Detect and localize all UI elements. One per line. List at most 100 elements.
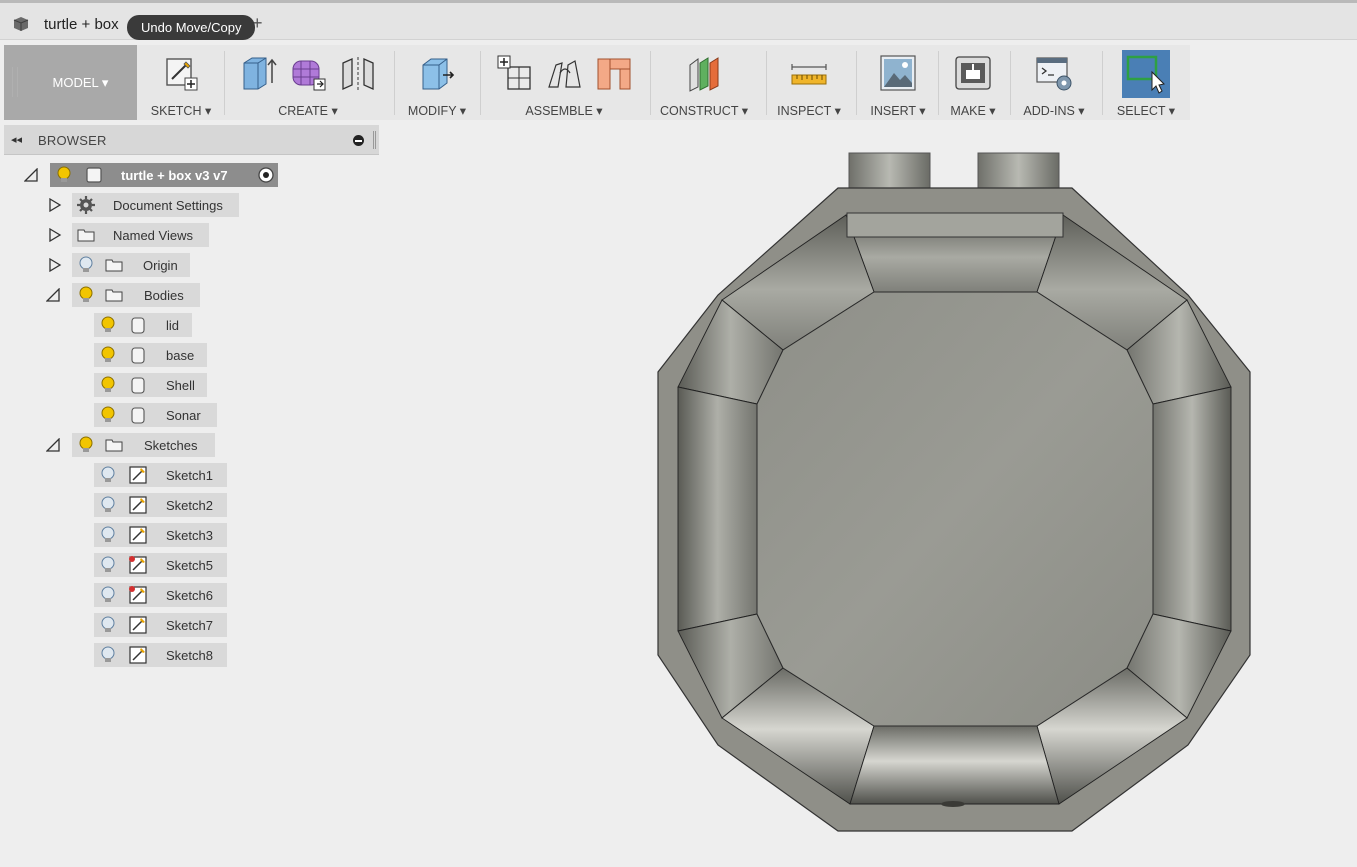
insert-image-icon[interactable] (878, 53, 918, 93)
body-chip-shell[interactable]: Shell (94, 373, 207, 397)
origin-chip[interactable]: Origin (72, 253, 190, 277)
body-chip-lid[interactable]: lid (94, 313, 192, 337)
gear-icon (77, 196, 95, 214)
toolbar-group-make[interactable]: MAKE ▾ (942, 45, 1004, 120)
canvas-viewport[interactable] (380, 122, 1357, 867)
tree-row-body[interactable]: base (94, 343, 208, 367)
lightbulb-on-icon[interactable] (76, 435, 96, 455)
toolbar-group-sketch[interactable]: SKETCH ▾ (144, 45, 218, 120)
tree-row-body[interactable]: lid (94, 313, 194, 337)
wall-bottom[interactable] (849, 725, 1060, 805)
select-menu-label: SELECT ▾ (1116, 104, 1176, 118)
toolbar-group-insert[interactable]: INSERT ▾ (860, 45, 936, 120)
tree-row-body[interactable]: Shell (94, 373, 208, 397)
lightbulb-on-icon[interactable] (98, 315, 118, 335)
expanded-triangle-icon[interactable] (24, 168, 38, 182)
collapsed-triangle-icon[interactable] (48, 228, 62, 242)
tree-row-sketch[interactable]: Sketch7 (94, 613, 228, 637)
tree-row-sketch[interactable]: Sketch6 (94, 583, 228, 607)
sketch-chip[interactable]: Sketch6 (94, 583, 227, 607)
as-built-joint-icon[interactable] (594, 53, 634, 93)
modify-menu-label: MODIFY ▾ (407, 104, 467, 118)
browser-pin-icon[interactable] (353, 135, 364, 146)
joint-icon[interactable] (544, 53, 584, 93)
toolbar-group-inspect[interactable]: INSPECT ▾ (770, 45, 848, 120)
scripts-addins-icon[interactable] (1034, 53, 1074, 93)
tree-row-sketch[interactable]: Sketch8 (94, 643, 228, 667)
model-render[interactable] (380, 122, 1357, 867)
browser-resize-grip[interactable] (373, 131, 376, 149)
collapsed-triangle-icon[interactable] (48, 198, 62, 212)
lightbulb-off-icon[interactable] (98, 495, 118, 515)
lightbulb-off-icon[interactable] (98, 585, 118, 605)
box-floor[interactable] (756, 291, 1154, 727)
folder-icon (105, 289, 123, 302)
tree-root-row[interactable]: turtle + box v3 v7 (24, 163, 284, 187)
body-chip-sonar[interactable]: Sonar (94, 403, 217, 427)
tree-row-origin[interactable]: Origin (46, 253, 196, 277)
tree-row-body[interactable]: Sonar (94, 403, 218, 427)
lightbulb-on-icon[interactable] (54, 165, 74, 185)
toolbar-group-construct[interactable]: CONSTRUCT ▾ (654, 45, 754, 120)
lightbulb-off-icon[interactable] (98, 525, 118, 545)
tree-row-sketches[interactable]: Sketches (46, 433, 216, 457)
lightbulb-on-icon[interactable] (76, 285, 96, 305)
document-settings-chip[interactable]: Document Settings (72, 193, 239, 217)
collapse-browser-button[interactable]: ◂◂ (11, 133, 22, 146)
lightbulb-on-icon[interactable] (98, 345, 118, 365)
tree-row-sketch[interactable]: Sketch3 (94, 523, 228, 547)
sketch-chip[interactable]: Sketch7 (94, 613, 227, 637)
lightbulb-off-icon[interactable] (98, 645, 118, 665)
activate-radio-icon[interactable] (256, 165, 276, 185)
body-chip-base[interactable]: base (94, 343, 207, 367)
lightbulb-on-icon[interactable] (98, 405, 118, 425)
sketch-label: Sketch2 (166, 498, 213, 513)
lightbulb-off-icon[interactable] (98, 555, 118, 575)
toolbar-group-modify[interactable]: MODIFY ▾ (398, 45, 476, 120)
named-views-chip[interactable]: Named Views (72, 223, 209, 247)
press-pull-icon[interactable] (417, 53, 457, 93)
sketch-chip[interactable]: Sketch2 (94, 493, 227, 517)
lightbulb-off-icon[interactable] (98, 615, 118, 635)
tree-row-bodies[interactable]: Bodies (46, 283, 206, 307)
select-icon[interactable] (1122, 50, 1170, 98)
tree-row-sketch[interactable]: Sketch5 (94, 553, 228, 577)
new-component-icon[interactable] (494, 53, 534, 93)
extrude-icon[interactable] (238, 53, 278, 93)
sketch-chip[interactable]: Sketch8 (94, 643, 227, 667)
expanded-triangle-icon[interactable] (46, 438, 60, 452)
sketch-chip[interactable]: Sketch1 (94, 463, 227, 487)
3d-print-icon[interactable] (953, 53, 993, 93)
wall-right[interactable] (1152, 386, 1232, 632)
wall-left[interactable] (677, 386, 758, 632)
toolbar-grip[interactable] (12, 67, 18, 97)
tree-row-sketch[interactable]: Sketch1 (94, 463, 228, 487)
bodies-chip[interactable]: Bodies (72, 283, 200, 307)
lightbulb-off-icon[interactable] (98, 465, 118, 485)
tree-row-named-views[interactable]: Named Views (46, 223, 216, 247)
sketch-icon (129, 646, 147, 664)
lid-ledge[interactable] (846, 212, 1064, 238)
lightbulb-on-icon[interactable] (98, 375, 118, 395)
lightbulb-off-icon[interactable] (76, 255, 96, 275)
tree-row-sketch[interactable]: Sketch2 (94, 493, 228, 517)
mount-post-right[interactable] (977, 152, 1060, 191)
sketch-chip[interactable]: Sketch5 (94, 553, 227, 577)
toolbar-group-select[interactable]: SELECT ▾ (1106, 45, 1186, 120)
sketch-chip[interactable]: Sketch3 (94, 523, 227, 547)
root-component-chip[interactable]: turtle + box v3 v7 (50, 163, 278, 187)
mount-post-left[interactable] (848, 152, 931, 191)
toolbar-group-add-ins[interactable]: ADD-INS ▾ (1014, 45, 1094, 120)
tree-row-document-settings[interactable]: Document Settings (46, 193, 246, 217)
toolbar-group-create[interactable]: CREATE ▾ (228, 45, 388, 120)
sketches-chip[interactable]: Sketches (72, 433, 215, 457)
expanded-triangle-icon[interactable] (46, 288, 60, 302)
create-sketch-icon[interactable] (161, 53, 201, 93)
form-icon[interactable] (288, 53, 328, 93)
offset-plane-icon[interactable] (684, 53, 724, 93)
toolbar-group-assemble[interactable]: ASSEMBLE ▾ (484, 45, 644, 120)
mirror-icon[interactable] (338, 53, 378, 93)
measure-icon[interactable] (789, 53, 829, 93)
workspace-switcher[interactable]: MODEL ▾ (4, 45, 137, 120)
collapsed-triangle-icon[interactable] (48, 258, 62, 272)
